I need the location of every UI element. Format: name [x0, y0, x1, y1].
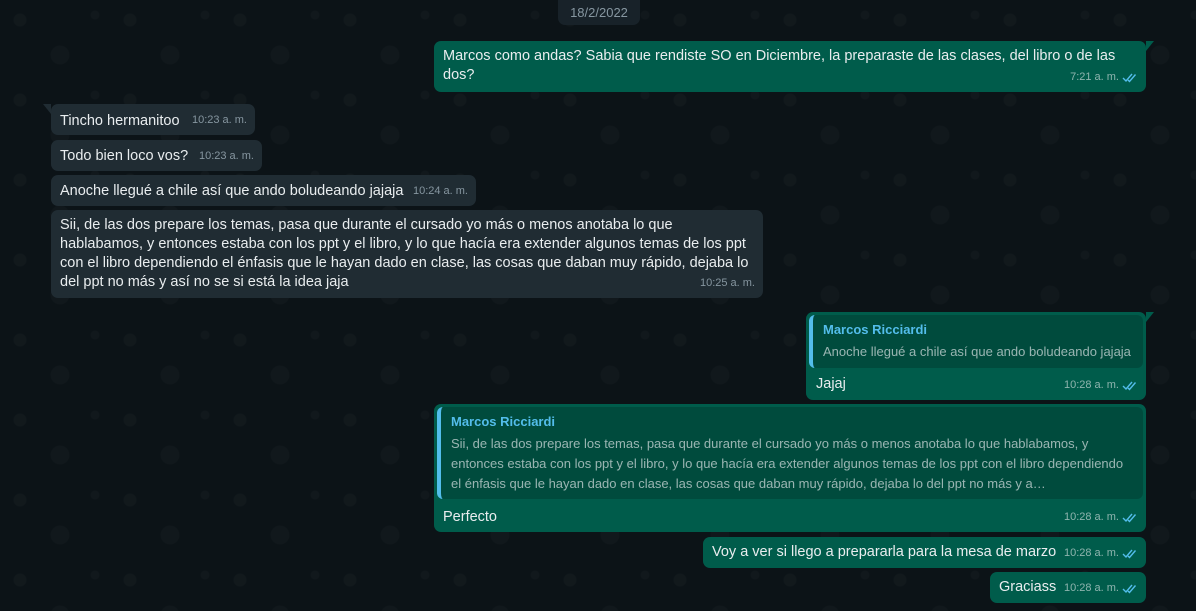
message-time: 7:21 a. m. [1070, 71, 1119, 83]
outgoing-message[interactable]: Graciass 10:28 a. m. [990, 572, 1146, 603]
message-time: 10:24 a. m. [412, 185, 468, 197]
incoming-message[interactable]: Anoche llegué a chile así que ando bolud… [51, 175, 476, 206]
message-meta: 10:24 a. m. [413, 182, 468, 201]
double-check-icon [1122, 513, 1137, 523]
message-time: 10:28 a. m. [1063, 547, 1119, 559]
message-text: Marcos como andas? Sabia que rendiste SO… [443, 48, 1116, 83]
outgoing-message[interactable]: Marcos como andas? Sabia que rendiste SO… [434, 41, 1154, 92]
message-time: 10:28 a. m. [1063, 582, 1119, 594]
outgoing-message[interactable]: Voy a ver si llego a prepararla para la … [703, 537, 1146, 568]
message-meta: 10:28 a. m. [1064, 544, 1138, 563]
quote-text: Anoche llegué a chile así que ando bolud… [823, 344, 1131, 359]
message-time: 10:23 a. m. [191, 114, 247, 126]
incoming-message[interactable]: Sii, de las dos prepare los temas, pasa … [51, 210, 763, 298]
message-text: Anoche llegué a chile así que ando bolud… [60, 183, 404, 199]
date-separator: 18/2/2022 [558, 0, 640, 25]
outgoing-reply-message[interactable]: Marcos Ricciardi Anoche llegué a chile a… [806, 312, 1154, 400]
quote-author: Marcos Ricciardi [451, 414, 556, 429]
message-meta: 10:28 a. m. [1064, 508, 1138, 527]
message-meta: 10:25 a. m. [700, 274, 755, 293]
message-text: Perfecto [443, 509, 497, 525]
double-check-icon [1122, 549, 1137, 559]
message-time: 10:28 a. m. [1063, 379, 1119, 391]
message-meta: 10:23 a. m. [192, 111, 247, 130]
quote-author: Marcos Ricciardi [823, 322, 928, 337]
quoted-message[interactable]: Marcos Ricciardi Anoche llegué a chile a… [809, 315, 1143, 368]
double-check-icon [1122, 381, 1137, 391]
message-meta: 10:28 a. m. [1064, 579, 1138, 598]
double-check-icon [1122, 73, 1137, 83]
quoted-message[interactable]: Marcos Ricciardi Sii, de las dos prepare… [437, 407, 1143, 499]
incoming-message[interactable]: Todo bien loco vos? 10:23 a. m. [51, 140, 262, 171]
message-meta: 10:23 a. m. [199, 147, 254, 166]
incoming-message[interactable]: Tincho hermanitoo 10:23 a. m. [43, 104, 255, 135]
message-time: 10:25 a. m. [699, 277, 755, 289]
message-text: Sii, de las dos prepare los temas, pasa … [60, 217, 749, 290]
message-time: 10:23 a. m. [198, 150, 254, 162]
message-meta: 7:21 a. m. [1070, 68, 1138, 87]
double-check-icon [1122, 584, 1137, 594]
quote-text: Sii, de las dos prepare los temas, pasa … [451, 436, 1124, 491]
outgoing-reply-message[interactable]: Marcos Ricciardi Sii, de las dos prepare… [434, 404, 1146, 532]
message-time: 10:28 a. m. [1063, 511, 1119, 523]
message-meta: 10:28 a. m. [1064, 376, 1138, 395]
